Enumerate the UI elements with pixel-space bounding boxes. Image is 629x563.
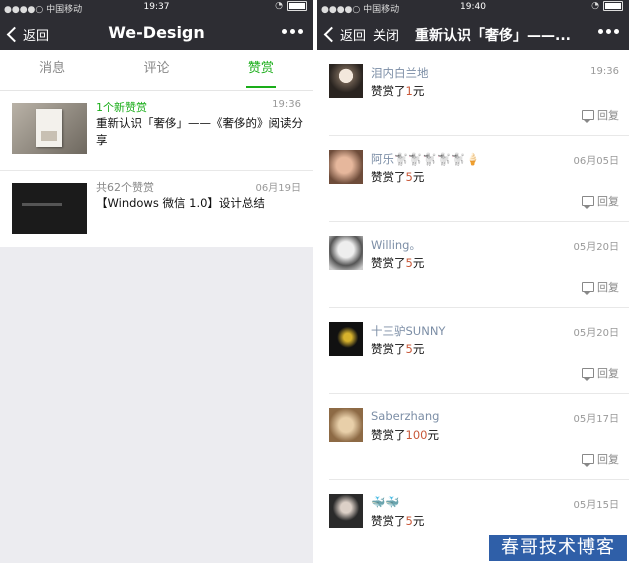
- article-thumbnail: [12, 103, 87, 154]
- avatar[interactable]: [329, 64, 363, 98]
- tab-messages[interactable]: 消息: [0, 50, 104, 90]
- more-dot-icon: [290, 29, 295, 34]
- user-name[interactable]: 阿乐🐩🐩🐩🐩🐩🍦: [371, 151, 480, 167]
- alarm-icon: ◔: [275, 1, 283, 11]
- list-item[interactable]: 共62个赞赏 06月19日 【Windows 微信 1.0】设计总结: [0, 171, 313, 251]
- chevron-left-icon: [323, 26, 340, 43]
- close-button[interactable]: 关闭: [373, 25, 399, 44]
- article-title: 重新认识「奢侈」——《奢侈的》阅读分享: [96, 116, 303, 147]
- more-dot-icon: [606, 29, 611, 34]
- user-name[interactable]: Willing。: [371, 237, 421, 253]
- user-name[interactable]: 泪内白兰地: [371, 65, 429, 81]
- status-icons: ◔: [591, 1, 623, 11]
- avatar[interactable]: [329, 494, 363, 528]
- reply-button[interactable]: 回复: [582, 193, 619, 209]
- reply-button[interactable]: 回复: [582, 107, 619, 123]
- reward-row: 阿乐🐩🐩🐩🐩🐩🍦 06月05日 赞赏了5元 回复: [329, 136, 629, 222]
- comment-icon: [582, 282, 594, 295]
- nav-bar: 返回 We-Design: [0, 16, 313, 50]
- comment-icon: [582, 454, 594, 467]
- alarm-icon: ◔: [591, 1, 599, 11]
- list-item[interactable]: 1个新赞赏 19:36 重新认识「奢侈」——《奢侈的》阅读分享: [0, 91, 313, 171]
- reward-amount: 赞赏了5元: [371, 170, 425, 184]
- reward-time: 05月20日: [573, 328, 619, 339]
- more-button[interactable]: [282, 29, 303, 34]
- reward-amount: 赞赏了5元: [371, 256, 425, 270]
- page-title: We-Design: [108, 23, 205, 42]
- status-bar: ●●●●○ 中国移动 19:37 ◔: [0, 0, 313, 16]
- reward-amount: 赞赏了1元: [371, 84, 425, 98]
- tab-label: 消息: [39, 61, 66, 76]
- reply-button[interactable]: 回复: [582, 279, 619, 295]
- message-time: 06月19日: [255, 183, 301, 194]
- reward-time: 19:36: [590, 66, 619, 77]
- reward-row: 泪内白兰地 19:36 赞赏了1元 回复: [329, 50, 629, 136]
- comment-icon: [582, 110, 594, 123]
- tab-comments[interactable]: 评论: [104, 50, 208, 90]
- reward-amount: 赞赏了5元: [371, 342, 425, 356]
- status-bar: ●●●●○ 中国移动 19:40 ◔: [317, 0, 629, 16]
- status-icons: ◔: [275, 1, 307, 11]
- reward-time: 05月15日: [573, 500, 619, 511]
- reply-button[interactable]: 回复: [582, 451, 619, 467]
- reward-row: 十三驴SUNNY 05月20日 赞赏了5元 回复: [329, 308, 629, 394]
- reward-summary: 1个新赞赏: [96, 101, 147, 114]
- tab-bar: 消息 评论 赞赏: [0, 50, 313, 91]
- nav-bar: 返回 关闭 重新认识「奢侈」——...: [317, 16, 629, 50]
- tab-label: 赞赏: [245, 52, 276, 88]
- article-thumbnail: [12, 183, 87, 234]
- avatar[interactable]: [329, 322, 363, 356]
- left-screen: ●●●●○ 中国移动 19:37 ◔ 返回 We-Design 消息 评论 赞赏…: [0, 0, 313, 563]
- avatar[interactable]: [329, 236, 363, 270]
- comment-icon: [582, 196, 594, 209]
- user-name[interactable]: 🐳🐳: [371, 495, 400, 509]
- page-title: 重新认识「奢侈」——...: [415, 28, 571, 44]
- status-time: 19:40: [460, 2, 486, 12]
- reward-summary: 共62个赞赏: [96, 181, 154, 194]
- comment-icon: [582, 368, 594, 381]
- avatar[interactable]: [329, 150, 363, 184]
- reward-row: Willing。 05月20日 赞赏了5元 回复: [329, 222, 629, 308]
- more-button[interactable]: [598, 29, 619, 34]
- user-name[interactable]: 十三驴SUNNY: [371, 323, 445, 339]
- reward-time: 05月20日: [573, 242, 619, 253]
- reward-time: 05月17日: [573, 414, 619, 425]
- battery-icon: [603, 1, 623, 11]
- more-dot-icon: [282, 29, 287, 34]
- user-name[interactable]: Saberzhang: [371, 409, 439, 423]
- reward-time: 06月05日: [573, 156, 619, 167]
- reward-amount: 赞赏了5元: [371, 514, 425, 528]
- status-time: 19:37: [143, 2, 170, 12]
- avatar[interactable]: [329, 408, 363, 442]
- tab-label: 评论: [143, 61, 170, 76]
- battery-icon: [287, 1, 307, 11]
- reward-amount: 赞赏了100元: [371, 428, 439, 442]
- message-time: 19:36: [272, 99, 301, 110]
- empty-area: [0, 247, 313, 563]
- reward-row: Saberzhang 05月17日 赞赏了100元 回复: [329, 394, 629, 480]
- reward-list: 泪内白兰地 19:36 赞赏了1元 回复 阿乐🐩🐩🐩🐩🐩🍦 06月05日 赞赏了…: [317, 50, 629, 563]
- more-dot-icon: [614, 29, 619, 34]
- reply-button[interactable]: 回复: [582, 365, 619, 381]
- article-title: 【Windows 微信 1.0】设计总结: [96, 196, 265, 210]
- watermark: 春哥技术博客: [489, 535, 627, 561]
- back-button[interactable]: 返回: [323, 25, 366, 44]
- back-label: 返回: [340, 29, 367, 44]
- more-dot-icon: [598, 29, 603, 34]
- tab-rewards[interactable]: 赞赏: [209, 50, 313, 90]
- right-screen: ●●●●○ 中国移动 19:40 ◔ 返回 关闭 重新认识「奢侈」——... 泪…: [317, 0, 629, 563]
- more-dot-icon: [298, 29, 303, 34]
